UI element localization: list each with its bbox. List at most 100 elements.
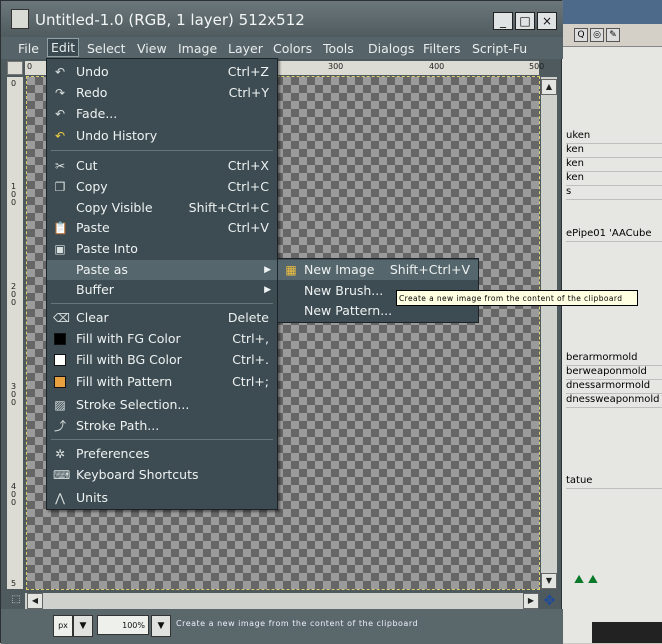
fg-color-swatch (54, 333, 66, 345)
menu-item-label: Stroke Selection... (76, 397, 190, 412)
menu-item-label: Undo (76, 64, 109, 79)
menu-item-fill-bg[interactable]: Fill with BG Color Ctrl+. (47, 350, 277, 370)
ruler-label: 5 (11, 579, 17, 588)
menu-layer[interactable]: Layer (228, 40, 263, 57)
menu-filters[interactable]: Filters (423, 40, 460, 57)
list-item[interactable]: berweaponmold (566, 366, 662, 380)
ruler-label: 300 (328, 62, 344, 71)
unit-select[interactable]: px (53, 615, 73, 637)
menu-item-paste-into[interactable]: ▣ Paste Into (47, 239, 277, 259)
list-item[interactable]: ken (566, 144, 662, 158)
menu-bar: File Edit Select View Image Layer Colors… (1, 37, 563, 59)
list-item[interactable]: ken (566, 172, 662, 186)
scissors-icon: ✂ (54, 159, 66, 173)
menu-item-shortcut: Shift+Ctrl+C (188, 200, 269, 215)
window-title: Untitled-1.0 (RGB, 1 layer) 512x512 (35, 11, 305, 29)
list-item[interactable]: uken (566, 130, 662, 144)
menu-image[interactable]: Image (178, 40, 217, 57)
menu-item-cut[interactable]: ✂ Cut Ctrl+X (47, 156, 277, 176)
keyboard-icon: ⌨ (53, 468, 71, 482)
toolbar-tool-icon[interactable]: Q (574, 28, 588, 42)
menu-edit[interactable]: Edit (47, 38, 80, 57)
list-item[interactable]: dnessarmormold (566, 380, 662, 394)
menu-item-undo[interactable]: ↶ Undo Ctrl+Z (47, 62, 277, 82)
menu-item-preferences[interactable]: ✲ Preferences (47, 444, 277, 464)
menu-item-shortcut: Shift+Ctrl+V (389, 262, 470, 277)
menu-select[interactable]: Select (87, 40, 126, 57)
menu-item-fade[interactable]: ↶ Fade... (47, 104, 277, 124)
menu-item-shortcut: Ctrl+X (227, 158, 269, 173)
ruler-label: 0 (11, 79, 17, 88)
vertical-ruler[interactable]: 0 1 0 0 2 0 0 3 0 0 4 0 0 5 (7, 77, 23, 589)
menu-item-copy[interactable]: ❐ Copy Ctrl+C (47, 177, 277, 197)
ruler-label: 400 (429, 62, 445, 71)
scroll-left-icon[interactable]: ◀ (27, 593, 43, 609)
menu-item-stroke-selection[interactable]: ▨ Stroke Selection... (47, 395, 277, 415)
menu-dialogs[interactable]: Dialogs (368, 40, 414, 57)
submenu-item-new-image[interactable]: ▦ New Image Shift+Ctrl+V (278, 260, 478, 280)
thumbnail-image (592, 622, 662, 643)
edit-menu: ↶ Undo Ctrl+Z ↷ Redo Ctrl+Y ↶ Fade... ↶ Undo H… (46, 58, 278, 510)
copy-icon: ❐ (54, 180, 66, 194)
menu-item-label: Undo History (76, 128, 158, 143)
menu-item-label: Clear (76, 310, 109, 325)
menu-item-buffer[interactable]: Buffer ▶ (47, 280, 277, 300)
zoom-field[interactable]: 100% (97, 615, 149, 635)
list-item[interactable]: ken (566, 158, 662, 172)
scroll-right-icon[interactable]: ▶ (523, 593, 539, 609)
toolbar-tool-icon[interactable]: ✎ (606, 28, 620, 42)
toolbar-tool-icon[interactable]: ◎ (590, 28, 604, 42)
list-item[interactable]: ePipe01 'AACube (566, 228, 662, 242)
menu-item-paste-as[interactable]: Paste as ▶ (47, 260, 277, 280)
menu-item-keyboard-shortcuts[interactable]: ⌨ Keyboard Shortcuts (47, 465, 277, 485)
menu-item-fill-pattern[interactable]: Fill with Pattern Ctrl+; (47, 372, 277, 392)
menu-item-shortcut: Ctrl+V (227, 220, 269, 235)
scroll-down-icon[interactable]: ▼ (541, 573, 557, 589)
chevron-down-icon[interactable]: ▼ (73, 615, 93, 637)
vertical-scrollbar[interactable]: ▲ ▼ (541, 77, 557, 589)
menu-item-fill-fg[interactable]: Fill with FG Color Ctrl+, (47, 329, 277, 349)
menu-view[interactable]: View (137, 40, 167, 57)
menu-item-stroke-path[interactable]: ⤴ Stroke Path... (47, 416, 277, 436)
title-bar[interactable]: Untitled-1.0 (RGB, 1 layer) 512x512 _ □ … (1, 1, 563, 37)
menu-item-copy-visible[interactable]: Copy Visible Shift+Ctrl+C (47, 198, 277, 218)
bg-color-swatch (54, 354, 66, 366)
navigate-icon[interactable]: ✥ (542, 594, 557, 609)
tooltip: Create a new image from the content of t… (396, 290, 638, 306)
menu-item-redo[interactable]: ↷ Redo Ctrl+Y (47, 83, 277, 103)
menu-item-label: New Brush... (304, 283, 384, 298)
menu-colors[interactable]: Colors (273, 40, 312, 57)
menu-item-label: Preferences (76, 446, 150, 461)
menu-item-shortcut: Ctrl+, (232, 331, 269, 346)
menu-item-clear[interactable]: ⌫ Clear Delete (47, 308, 277, 328)
list-item[interactable]: s (566, 186, 662, 200)
menu-item-label: Fade... (76, 106, 118, 121)
list-item[interactable]: tatue (566, 475, 662, 489)
menu-item-paste[interactable]: 📋 Paste Ctrl+V (47, 218, 277, 238)
maximize-button[interactable]: □ (515, 12, 535, 30)
menu-item-shortcut: Ctrl+C (227, 179, 269, 194)
minimize-button[interactable]: _ (493, 12, 513, 30)
close-button[interactable]: × (537, 12, 557, 30)
menu-file[interactable]: File (18, 40, 39, 57)
list-item[interactable]: dnessweaponmold (566, 394, 662, 408)
menu-item-label: Units (76, 490, 108, 505)
units-icon: ⋀ (55, 491, 65, 505)
menu-item-units[interactable]: ⋀ Units (47, 488, 277, 508)
undo-icon: ↶ (54, 65, 66, 79)
horizontal-scrollbar[interactable]: ◀ ▶ (25, 593, 539, 609)
gimp-window-icon (11, 9, 29, 29)
menu-item-label: Fill with FG Color (76, 331, 181, 346)
fade-icon: ↶ (54, 107, 66, 121)
chevron-down-icon[interactable]: ▼ (151, 615, 171, 637)
quick-mask-icon[interactable]: ⬚ (9, 594, 23, 608)
quick-mask-toggle[interactable] (7, 61, 23, 75)
menu-item-label: Fill with Pattern (76, 374, 173, 389)
list-item[interactable]: berarmormold (566, 352, 662, 366)
menu-tools[interactable]: Tools (323, 40, 354, 57)
paste-icon: 📋 (53, 221, 68, 235)
menu-script-fu[interactable]: Script-Fu (472, 40, 527, 57)
menu-item-undo-history[interactable]: ↶ Undo History (47, 126, 277, 146)
tree-icon[interactable]: ⛰ ⛰ (574, 572, 598, 587)
scroll-up-icon[interactable]: ▲ (541, 79, 557, 95)
